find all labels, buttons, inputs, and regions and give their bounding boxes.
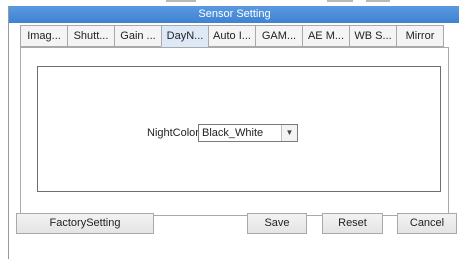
tab-mirror[interactable]: Mirror [396, 25, 444, 47]
dialog-title[interactable]: Sensor Setting [9, 6, 459, 23]
background-line [166, 0, 196, 2]
factory-setting-button[interactable]: FactorySetting [16, 213, 154, 234]
night-color-label: NightColor [147, 127, 199, 139]
tab-ae-mode[interactable]: AE M... [302, 25, 350, 47]
save-button[interactable]: Save [247, 213, 307, 234]
tab-daynight[interactable]: DayN... [161, 25, 209, 47]
tab-white-balance[interactable]: WB S... [349, 25, 397, 47]
tab-gamma[interactable]: GAM... [255, 25, 303, 47]
tab-gain[interactable]: Gain ... [114, 25, 162, 47]
tab-shutter[interactable]: Shutt... [67, 25, 115, 47]
tab-auto-iris[interactable]: Auto I... [208, 25, 256, 47]
background-line [327, 0, 353, 2]
background-line [366, 0, 390, 2]
daynight-group-box: NightColor Black_White ▼ [37, 66, 441, 192]
tab-image[interactable]: Imag... [20, 25, 68, 47]
night-color-value: Black_White [202, 127, 264, 139]
cancel-button[interactable]: Cancel [397, 213, 457, 234]
sensor-setting-dialog: Sensor Setting Imag... Shutt... Gain ...… [8, 6, 459, 259]
night-color-select[interactable]: Black_White ▼ [198, 124, 298, 142]
tab-panel: NightColor Black_White ▼ [20, 47, 449, 216]
reset-button[interactable]: Reset [322, 213, 383, 234]
chevron-down-icon[interactable]: ▼ [281, 125, 297, 141]
